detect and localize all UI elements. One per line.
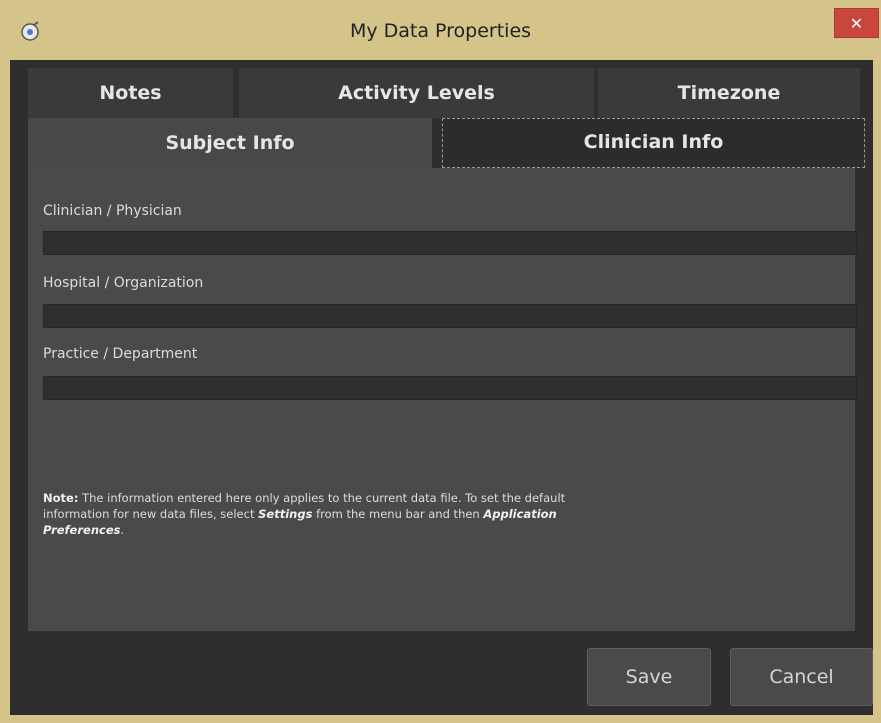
tab-label: Notes	[99, 82, 162, 104]
clinician-physician-label: Clinician / Physician	[43, 203, 182, 219]
settings-emphasis: Settings	[258, 507, 313, 521]
note-text-3: .	[120, 523, 125, 537]
dialog-body: Notes Activity Levels Timezone Subject I…	[10, 60, 873, 715]
tab-subject-info[interactable]: Subject Info	[28, 118, 432, 168]
save-button-label: Save	[625, 666, 673, 688]
clinician-info-panel: Clinician / Physician Hospital / Organiz…	[28, 168, 857, 631]
tab-label: Clinician Info	[583, 131, 724, 153]
cancel-button[interactable]: Cancel	[730, 648, 873, 706]
note-text: Note: The information entered here only …	[43, 490, 603, 538]
tab-activity-levels[interactable]: Activity Levels	[239, 68, 594, 118]
tab-label: Timezone	[677, 82, 781, 104]
close-icon: ✕	[849, 13, 864, 33]
tab-clinician-info[interactable]: Clinician Info	[442, 118, 865, 168]
tab-label: Activity Levels	[338, 82, 495, 104]
hospital-organization-label: Hospital / Organization	[43, 275, 204, 291]
tab-timezone[interactable]: Timezone	[598, 68, 860, 118]
clinician-physician-input[interactable]	[43, 231, 857, 255]
practice-department-input[interactable]	[43, 376, 857, 400]
tab-notes[interactable]: Notes	[28, 68, 233, 118]
title-bar[interactable]: My Data Properties ✕	[0, 0, 881, 60]
note-text-2: from the menu bar and then	[312, 507, 484, 521]
tab-label: Subject Info	[165, 132, 295, 154]
cancel-button-label: Cancel	[769, 666, 834, 688]
close-button[interactable]: ✕	[834, 8, 879, 38]
dialog-window: My Data Properties ✕ Notes Activity Leve…	[0, 0, 881, 723]
hospital-organization-input[interactable]	[43, 304, 857, 328]
note-prefix: Note:	[43, 491, 79, 505]
save-button[interactable]: Save	[587, 648, 711, 706]
practice-department-label: Practice / Department	[43, 346, 198, 362]
window-title: My Data Properties	[349, 20, 532, 42]
